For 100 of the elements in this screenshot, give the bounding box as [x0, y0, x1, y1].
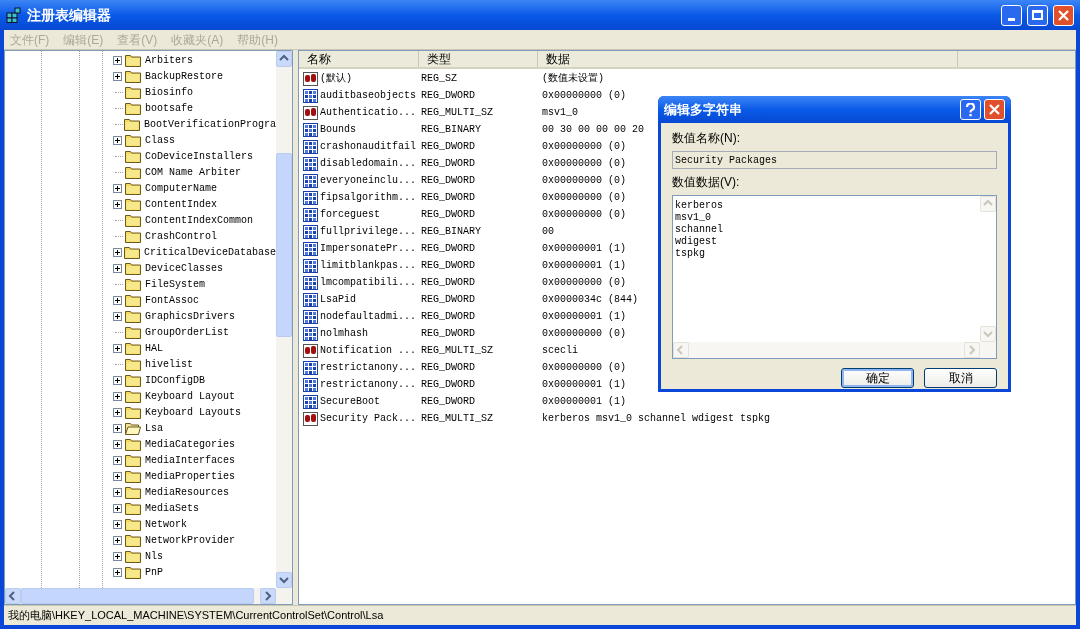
expand-toggle[interactable] — [113, 55, 122, 65]
tree-item[interactable]: bootsafe — [145, 100, 193, 116]
value-name[interactable]: (默认) — [320, 71, 352, 86]
tree-item[interactable]: ContentIndexCommon — [145, 212, 254, 228]
expand-toggle[interactable] — [113, 439, 122, 449]
value-name[interactable]: Bounds — [320, 122, 356, 137]
tree-item[interactable]: Nls — [145, 548, 163, 564]
tree-item[interactable]: IDConfigDB — [145, 372, 205, 388]
minimize-button[interactable] — [1001, 4, 1022, 26]
tree-item[interactable]: BackupRestore — [145, 68, 223, 84]
close-button[interactable] — [1053, 4, 1074, 26]
expand-toggle[interactable] — [113, 471, 122, 481]
scroll-left-button[interactable] — [5, 588, 21, 604]
value-name[interactable]: LsaPid — [320, 292, 356, 307]
help-button[interactable] — [960, 99, 981, 120]
tree-item[interactable]: FontAssoc — [145, 292, 199, 308]
binary-value-icon — [303, 139, 318, 154]
value-data: 0x00000000 (0) — [542, 174, 626, 188]
scroll-right-button[interactable] — [260, 588, 276, 604]
value-name[interactable]: limitblankpas... — [320, 258, 416, 273]
tree-item[interactable]: BootVerificationProgra — [143, 116, 276, 132]
value-name[interactable]: ImpersonatePr... — [320, 241, 416, 256]
value-name[interactable]: forceguest — [320, 207, 380, 222]
tree-item[interactable]: ContentIndex — [145, 196, 217, 212]
expand-toggle[interactable] — [113, 263, 122, 273]
expand-toggle[interactable] — [113, 503, 122, 513]
expand-toggle[interactable] — [113, 551, 122, 561]
value-name[interactable]: everyoneinclu... — [320, 173, 416, 188]
tree-item[interactable]: GroupOrderList — [145, 324, 229, 340]
tree-item[interactable]: hivelist — [145, 356, 193, 372]
value-name[interactable]: nodefaultadmi... — [320, 309, 416, 324]
tree-item[interactable]: HAL — [145, 340, 163, 356]
tree-item[interactable]: GraphicsDrivers — [145, 308, 235, 324]
tree-item[interactable]: CrashControl — [145, 228, 217, 244]
tree-item[interactable]: CriticalDeviceDatabase — [143, 244, 276, 260]
expand-toggle[interactable] — [113, 375, 122, 385]
tree-item[interactable]: MediaInterfaces — [145, 452, 235, 468]
expand-toggle[interactable] — [113, 247, 122, 257]
value-name-label: 数值名称(N): — [672, 130, 741, 147]
tree-item[interactable]: Biosinfo — [145, 84, 193, 100]
expand-toggle[interactable] — [113, 295, 122, 305]
expand-toggle[interactable] — [113, 487, 122, 497]
tree-item[interactable]: CoDeviceInstallers — [145, 148, 254, 164]
tree-item[interactable]: PnP — [145, 564, 163, 580]
value-name[interactable]: Notification ... — [320, 343, 416, 358]
scroll-down-button[interactable] — [276, 572, 292, 588]
value-type: REG_DWORD — [421, 140, 476, 154]
scroll-thumb[interactable] — [276, 153, 292, 337]
maximize-button[interactable] — [1027, 4, 1048, 26]
tree-item[interactable]: Network — [145, 516, 187, 532]
tree-item[interactable]: Keyboard Layout — [145, 388, 235, 404]
value-name[interactable]: fullprivilege... — [320, 224, 416, 239]
scroll-thumb[interactable] — [21, 588, 254, 604]
expand-toggle[interactable] — [113, 535, 122, 545]
expand-toggle[interactable] — [113, 183, 122, 193]
tree-item[interactable]: MediaProperties — [145, 468, 235, 484]
expand-toggle[interactable] — [113, 311, 122, 321]
expand-toggle[interactable] — [113, 71, 122, 81]
close-button[interactable] — [984, 99, 1005, 120]
expand-toggle[interactable] — [113, 423, 122, 433]
value-name[interactable]: nolmhash — [320, 326, 368, 341]
expand-toggle[interactable] — [113, 519, 122, 529]
dialog-button[interactable]: 取消 — [924, 368, 997, 388]
expand-toggle[interactable] — [113, 567, 122, 577]
tree-item[interactable]: ComputerName — [145, 180, 217, 196]
expand-toggle[interactable] — [113, 407, 122, 417]
value-name[interactable]: lmcompatibili... — [320, 275, 416, 290]
tree-item[interactable]: COM Name Arbiter — [145, 164, 241, 180]
tree-item[interactable]: MediaResources — [145, 484, 229, 500]
value-name[interactable]: restrictanony... — [320, 360, 416, 375]
value-name[interactable]: disabledomain... — [320, 156, 416, 171]
tree-item[interactable]: FileSystem — [145, 276, 205, 292]
value-name[interactable]: Security Pack... — [320, 411, 416, 426]
tree-item[interactable]: DeviceClasses — [145, 260, 223, 276]
tree-item[interactable]: NetworkProvider — [145, 532, 235, 548]
expand-toggle[interactable] — [113, 391, 122, 401]
value-name[interactable]: SecureBoot — [320, 394, 380, 409]
string-value-icon — [303, 411, 318, 426]
tree-item[interactable]: Arbiters — [145, 52, 193, 68]
tree-item[interactable]: MediaSets — [145, 500, 199, 516]
value-name[interactable]: auditbaseobjects — [320, 88, 416, 103]
tree-item[interactable]: Class — [145, 132, 175, 148]
tree-item[interactable]: Lsa — [145, 420, 163, 436]
value-name[interactable]: restrictanony... — [320, 377, 416, 392]
value-name[interactable]: fipsalgorithm... — [320, 190, 416, 205]
tree-item[interactable]: Keyboard Layouts — [145, 404, 241, 420]
value-name[interactable]: crashonauditfail — [320, 139, 416, 154]
dialog-button[interactable]: 确定 — [841, 368, 914, 388]
value-type: REG_DWORD — [421, 174, 476, 188]
expand-toggle[interactable] — [113, 343, 122, 353]
column-header[interactable]: 数据 — [538, 51, 958, 67]
scroll-up-button[interactable] — [276, 51, 292, 67]
expand-toggle[interactable] — [113, 455, 122, 465]
value-name-field[interactable]: Security Packages — [672, 151, 997, 169]
expand-toggle[interactable] — [113, 199, 122, 209]
column-header[interactable]: 名称 — [299, 51, 419, 67]
value-name[interactable]: Authenticatio... — [320, 105, 416, 120]
tree-item[interactable]: MediaCategories — [145, 436, 235, 452]
column-header[interactable]: 类型 — [419, 51, 538, 67]
expand-toggle[interactable] — [113, 135, 122, 145]
